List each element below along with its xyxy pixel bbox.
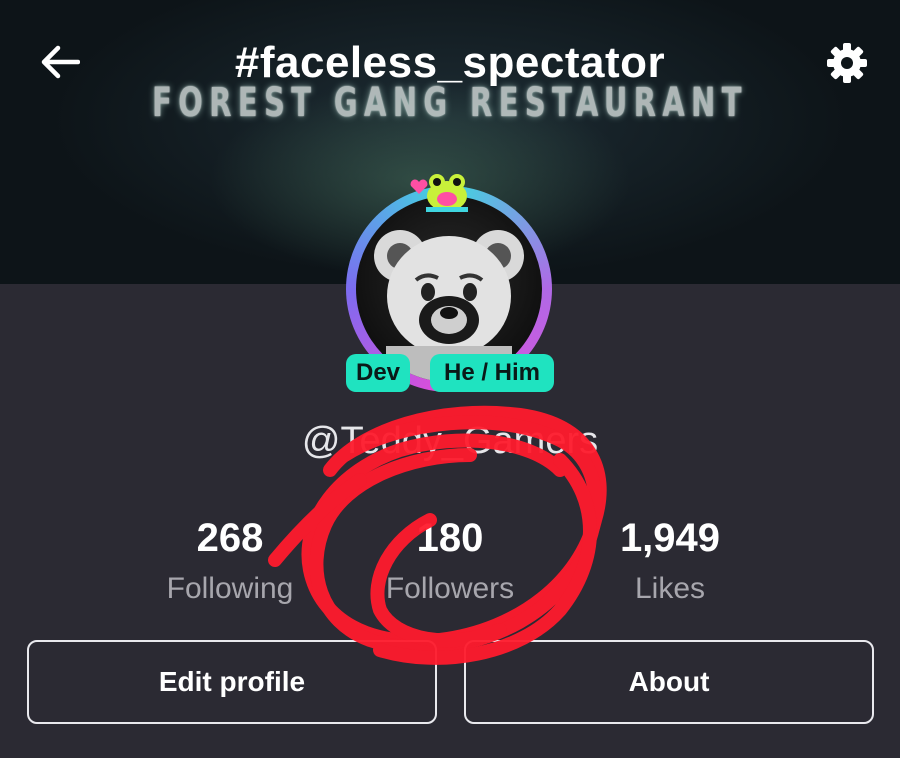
pronoun-tag: He / Him xyxy=(430,354,554,392)
gear-icon xyxy=(827,43,867,83)
likes-count: 1,949 xyxy=(619,516,721,560)
frog-badge-icon xyxy=(426,174,468,212)
edit-profile-button[interactable]: Edit profile xyxy=(27,640,437,724)
about-button[interactable]: About xyxy=(464,640,874,724)
role-tag: Dev xyxy=(346,354,410,392)
username: @Teddy_Gamers xyxy=(301,420,599,462)
page-title: #faceless_spectator xyxy=(234,38,666,87)
following-label[interactable]: Following xyxy=(130,572,330,606)
following-count[interactable]: 268 xyxy=(130,516,330,561)
followers-label[interactable]: Followers xyxy=(350,572,550,606)
settings-button[interactable] xyxy=(820,36,874,90)
followers-count[interactable]: 180 xyxy=(350,516,550,561)
likes-label: Likes xyxy=(634,572,706,605)
